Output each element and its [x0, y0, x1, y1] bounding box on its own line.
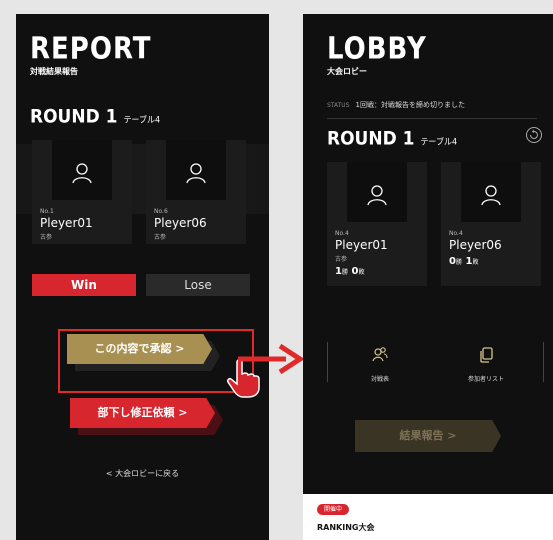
lobby-title: LOBBY: [327, 32, 427, 67]
status-label: STATUS: [327, 102, 350, 109]
player-name: Pleyer01: [40, 216, 93, 230]
player-grade: 古参: [335, 256, 348, 263]
status-text: 1回戦：対戦報告を締め切りました: [355, 101, 465, 109]
menu-item-participants[interactable]: 参加者リスト: [441, 332, 531, 392]
user-icon: [367, 185, 387, 206]
player-score: 1勝 0敗: [335, 266, 365, 277]
back-to-lobby-link[interactable]: < 大会ロビーに戻る: [16, 468, 269, 479]
lobby-player-card-2: No.4 Pleyer06 0勝 1敗: [441, 162, 541, 286]
player-number: No.1: [40, 208, 54, 215]
result-report-button[interactable]: 結果報告 >: [355, 420, 501, 452]
lobby-subtitle: 大会ロビー: [327, 67, 367, 76]
user-icon: [481, 185, 501, 206]
player-number: No.4: [335, 230, 349, 237]
player-number: No.6: [154, 208, 168, 215]
divider: [327, 118, 537, 119]
player-score: 0勝 1敗: [449, 256, 479, 267]
round-text: ROUND 1: [327, 128, 415, 150]
status-badge: 開催中: [317, 504, 349, 515]
tournament-panel: 開催中 RANKING大会: [303, 494, 553, 540]
tournament-name[interactable]: RANKING大会: [317, 522, 374, 533]
player-number: No.4: [449, 230, 463, 237]
report-screen: REPORT 対戦結果報告 ROUND 1 テーブル4 No.1 Pleyer01…: [16, 14, 269, 540]
report-title: REPORT: [30, 32, 152, 67]
player-name: Pleyer06: [449, 238, 502, 252]
player-name: Pleyer01: [335, 238, 388, 252]
fix-request-button[interactable]: 部下し修正依頼 >: [70, 398, 215, 428]
arrow-right-icon: [238, 343, 305, 375]
player-name: Pleyer06: [154, 216, 207, 230]
user-icon: [186, 163, 206, 184]
lose-button[interactable]: Lose: [146, 274, 250, 296]
player-card-2: No.6 Pleyer06 古参: [146, 140, 246, 244]
refresh-icon[interactable]: [525, 126, 543, 144]
report-subtitle: 対戦結果報告: [30, 67, 78, 76]
table-label: テーブル4: [123, 114, 161, 125]
player-card-1: No.1 Pleyer01 古参: [32, 140, 132, 244]
lobby-player-card-1: No.4 Pleyer01 古参 1勝 0敗: [327, 162, 427, 286]
table-label: テーブル4: [420, 136, 458, 147]
menu-item-label: 参加者リスト: [467, 376, 504, 383]
menu-divider: [543, 342, 544, 382]
win-button[interactable]: Win: [32, 274, 136, 296]
menu-divider: [327, 342, 328, 382]
people-icon: [372, 347, 388, 362]
lobby-menu: 対戦表 参加者リスト: [327, 332, 545, 392]
status-line: STATUS 1回戦：対戦報告を締め切りました: [327, 100, 465, 110]
round-label: ROUND 1 テーブル4: [327, 128, 457, 150]
round-text: ROUND 1: [30, 106, 118, 128]
user-icon: [72, 163, 92, 184]
menu-item-match-table[interactable]: 対戦表: [335, 332, 425, 392]
lobby-screen: LOBBY 大会ロビー STATUS 1回戦：対戦報告を締め切りました ROUND…: [303, 14, 553, 494]
player-grade: 古参: [154, 234, 167, 241]
player-grade: 古参: [40, 234, 53, 241]
copy-icon: [480, 347, 493, 363]
menu-item-label: 対戦表: [370, 376, 389, 383]
round-label: ROUND 1 テーブル4: [30, 106, 160, 128]
